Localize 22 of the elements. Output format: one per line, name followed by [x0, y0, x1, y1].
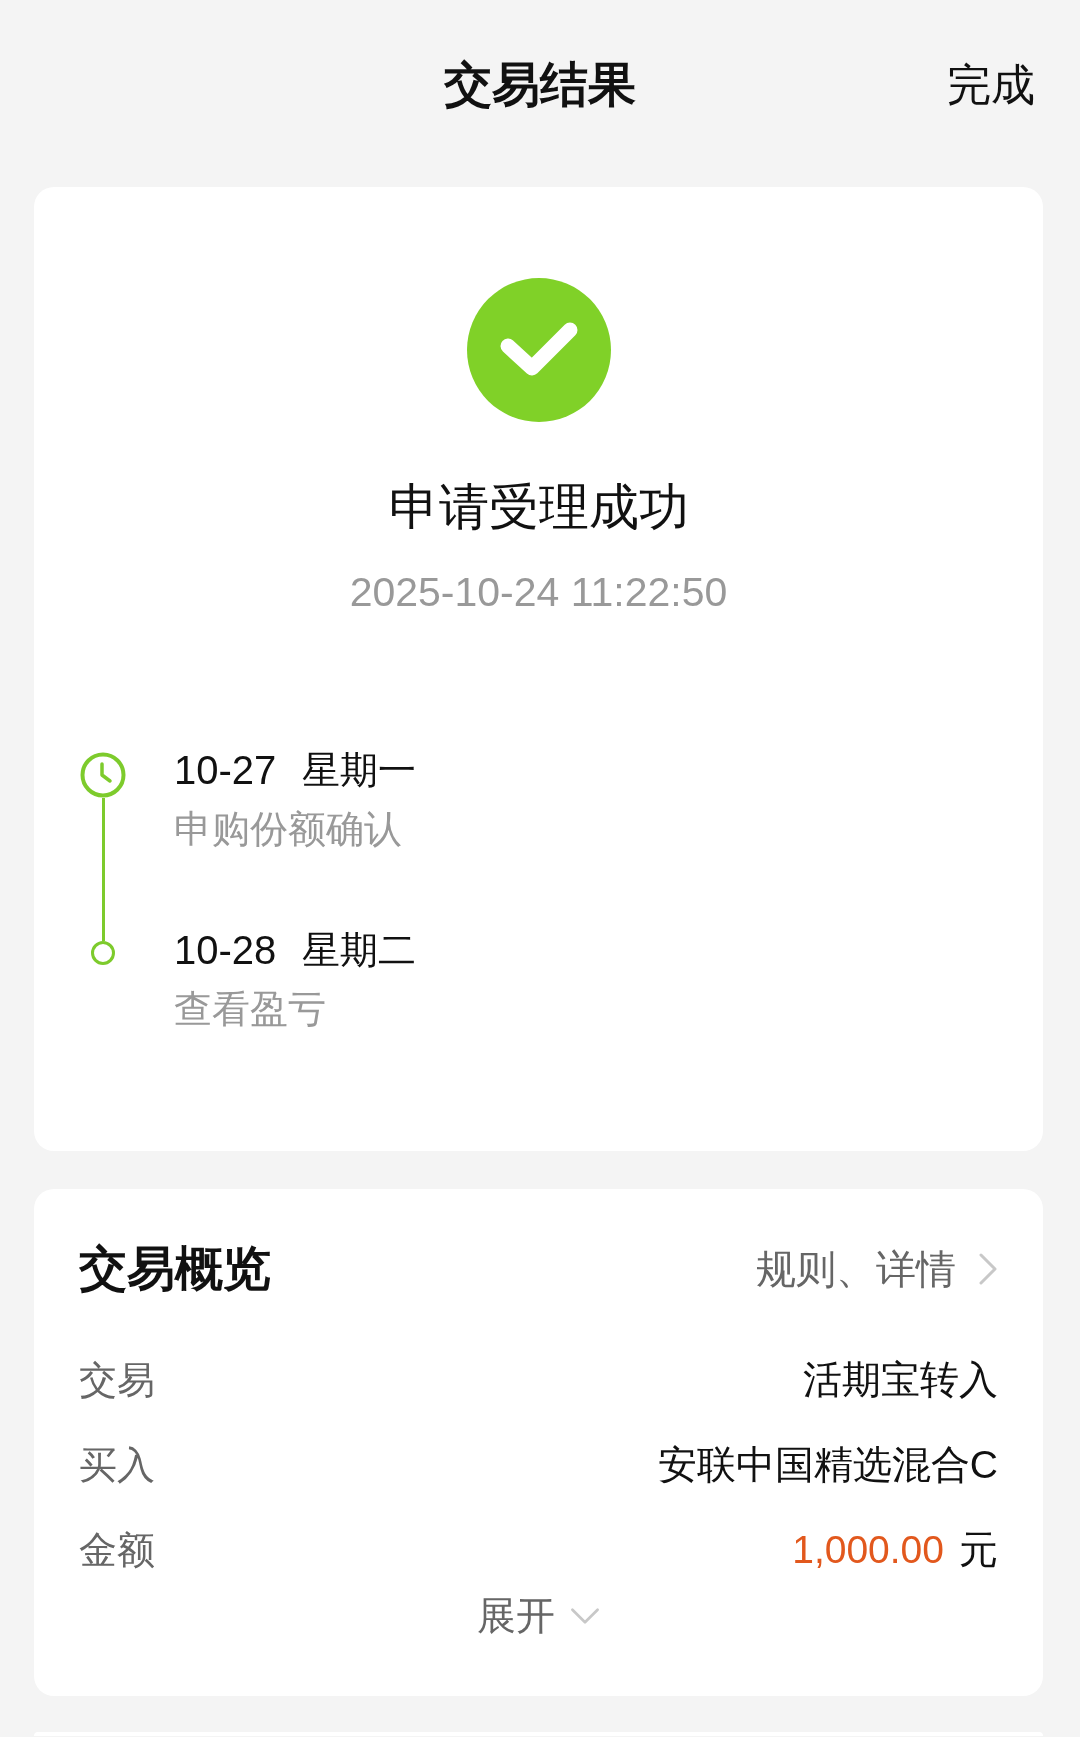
row-label: 交易	[79, 1357, 155, 1403]
row-label: 金额	[79, 1527, 155, 1573]
timeline-date: 10-28	[174, 927, 277, 973]
overview-title: 交易概览	[79, 1241, 271, 1297]
done-button[interactable]: 完成	[947, 58, 1035, 112]
rules-details-link[interactable]: 规则、详情	[756, 1245, 998, 1293]
expand-toggle[interactable]: 展开	[476, 1592, 601, 1640]
result-time: 2025-10-24 11:22:50	[349, 569, 728, 615]
timeline-date: 10-27	[174, 747, 277, 793]
timeline-weekday: 星期一	[302, 748, 417, 793]
timeline-weekday: 星期二	[302, 928, 417, 973]
timeline-description: 申购份额确认	[174, 807, 403, 852]
amount-unit: 元	[959, 1526, 998, 1573]
page-title: 交易结果	[444, 57, 636, 113]
row-value: 安联中国精选混合C	[657, 1441, 998, 1488]
timeline-description: 查看盈亏	[174, 987, 327, 1032]
row-value: 活期宝转入	[803, 1356, 998, 1403]
row-label: 买入	[79, 1442, 155, 1488]
result-title: 申请受理成功	[388, 478, 689, 537]
success-check-icon	[466, 278, 611, 422]
amount-value: 1,000.00	[792, 1526, 944, 1573]
chevron-right-icon	[978, 1252, 998, 1286]
